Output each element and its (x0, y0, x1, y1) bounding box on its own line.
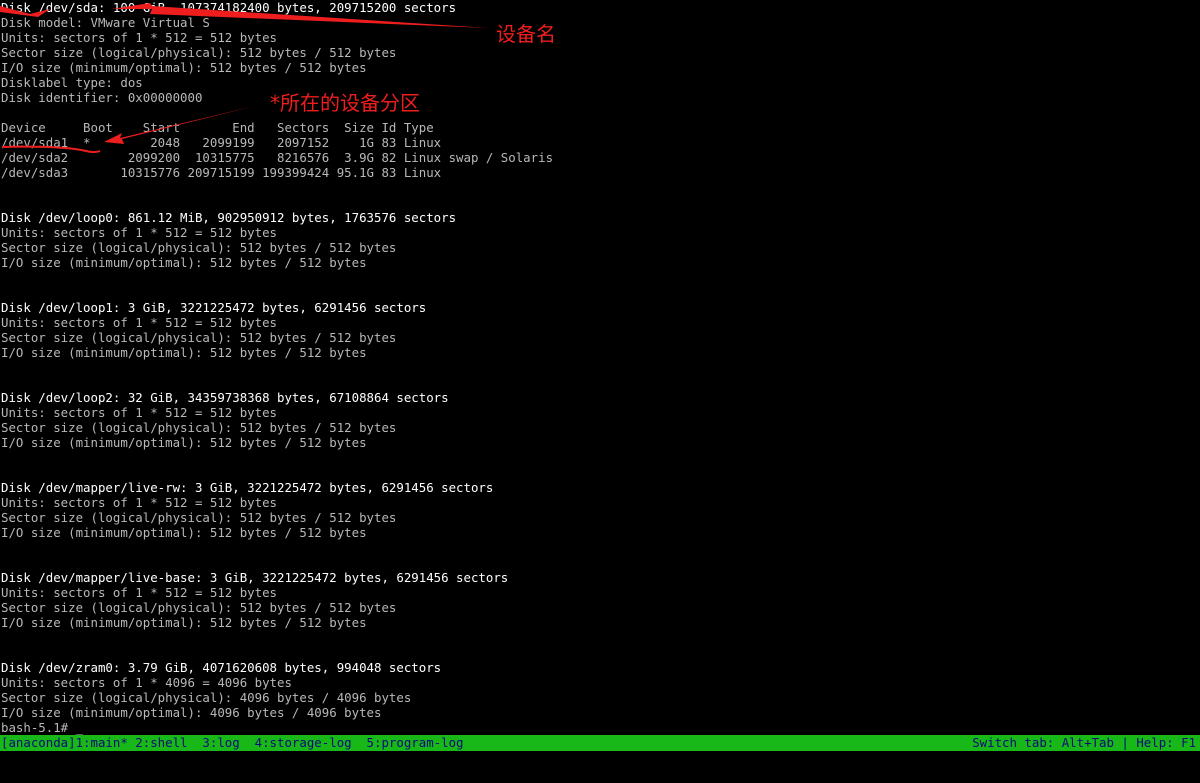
terminal-line: Disk /dev/zram0: 3.79 GiB, 4071620608 by… (1, 660, 442, 675)
terminal-line: Units: sectors of 1 * 512 = 512 bytes (1, 30, 278, 45)
terminal-line: Sector size (logical/physical): 512 byte… (1, 330, 397, 345)
terminal-line: Sector size (logical/physical): 512 byte… (1, 420, 397, 435)
terminal-line: Disk /dev/loop0: 861.12 MiB, 902950912 b… (1, 210, 457, 225)
terminal-line: Disk /dev/mapper/live-base: 3 GiB, 32212… (1, 570, 509, 585)
terminal-line: /dev/sda3 10315776 209715199 199399424 9… (1, 165, 442, 180)
terminal-line: I/O size (minimum/optimal): 4096 bytes /… (1, 705, 382, 720)
device-name-annotation: 设备名 (496, 22, 556, 46)
terminal-line: Disklabel type: dos (1, 75, 143, 90)
terminal-line: Disk model: VMware Virtual S (1, 15, 210, 30)
terminal-line: Disk /dev/sda: 100 GiB, 107374182400 byt… (1, 0, 457, 15)
terminal-line: Sector size (logical/physical): 512 byte… (1, 45, 397, 60)
terminal-line: I/O size (minimum/optimal): 512 bytes / … (1, 345, 367, 360)
terminal-line: Units: sectors of 1 * 512 = 512 bytes (1, 405, 278, 420)
terminal-line: bash-5.1# _ (1, 720, 84, 735)
terminal-line: Disk identifier: 0x00000000 (1, 90, 203, 105)
terminal-line: /dev/sda1 * 2048 2099199 2097152 1G 83 L… (1, 135, 442, 150)
terminal-line: Units: sectors of 1 * 512 = 512 bytes (1, 225, 278, 240)
terminal-line: Disk /dev/mapper/live-rw: 3 GiB, 3221225… (1, 480, 494, 495)
terminal-line: Units: sectors of 1 * 512 = 512 bytes (1, 495, 278, 510)
tmux-window-list[interactable]: [anaconda]1:main* 2:shell 3:log 4:storag… (1, 735, 464, 751)
boot-partition-annotation: *所在的设备分区 (270, 91, 420, 115)
terminal-line: I/O size (minimum/optimal): 512 bytes / … (1, 435, 367, 450)
terminal-line: Sector size (logical/physical): 512 byte… (1, 600, 397, 615)
terminal-line: I/O size (minimum/optimal): 512 bytes / … (1, 255, 367, 270)
terminal-line: Units: sectors of 1 * 512 = 512 bytes (1, 585, 278, 600)
tmux-status-bar: [anaconda]1:main* 2:shell 3:log 4:storag… (0, 735, 1200, 751)
terminal-line: Sector size (logical/physical): 512 byte… (1, 240, 397, 255)
terminal-line: Disk /dev/loop2: 32 GiB, 34359738368 byt… (1, 390, 449, 405)
terminal-line: I/O size (minimum/optimal): 512 bytes / … (1, 60, 367, 75)
terminal-line: Device Boot Start End Sectors Size Id Ty… (1, 120, 434, 135)
tmux-help-hint: Switch tab: Alt+Tab | Help: F1 (972, 735, 1196, 750)
terminal-line: Units: sectors of 1 * 4096 = 4096 bytes (1, 675, 292, 690)
terminal-line: Sector size (logical/physical): 4096 byt… (1, 690, 412, 705)
terminal-screen[interactable]: Disk /dev/sda: 100 GiB, 107374182400 byt… (0, 0, 1200, 735)
terminal-line: Sector size (logical/physical): 512 byte… (1, 510, 397, 525)
terminal-line: Units: sectors of 1 * 512 = 512 bytes (1, 315, 278, 330)
terminal-line: /dev/sda2 2099200 10315775 8216576 3.9G … (1, 150, 554, 165)
terminal-line: I/O size (minimum/optimal): 512 bytes / … (1, 615, 367, 630)
terminal-line: Disk /dev/loop1: 3 GiB, 3221225472 bytes… (1, 300, 427, 315)
terminal-line: I/O size (minimum/optimal): 512 bytes / … (1, 525, 367, 540)
